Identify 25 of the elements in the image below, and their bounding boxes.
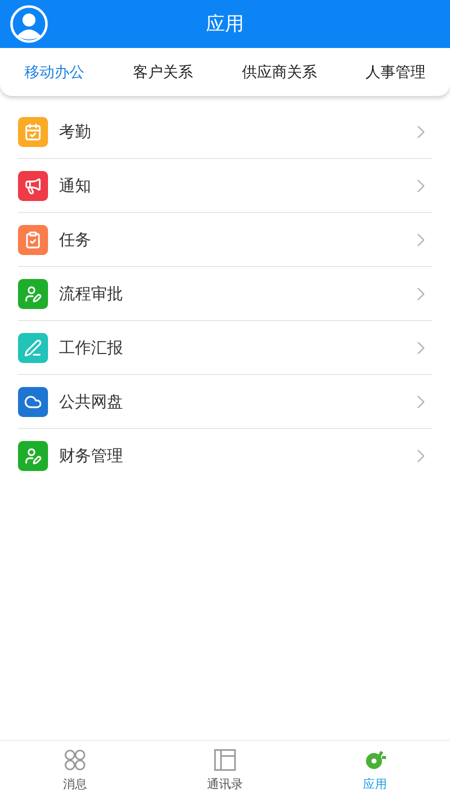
menu-item[interactable]: 通知 [18, 159, 432, 213]
menu-item[interactable]: 工作汇报 [18, 321, 432, 375]
item-label: 考勤 [59, 120, 92, 142]
tab[interactable]: 供应商关系 [238, 60, 321, 84]
item-label: 通知 [59, 174, 92, 196]
menu-item[interactable]: 流程审批 [18, 267, 432, 321]
item-label: 流程审批 [59, 282, 124, 304]
header-title: 应用 [206, 12, 244, 37]
item-label: 任务 [59, 228, 92, 250]
item-label: 工作汇报 [59, 336, 124, 358]
item-label: 公共网盘 [59, 390, 124, 412]
circles-icon [63, 748, 87, 772]
avatar-icon[interactable] [10, 5, 48, 43]
nav-tab[interactable]: 消息 [0, 741, 150, 800]
panel-icon [213, 748, 237, 772]
menu-item[interactable]: 公共网盘 [18, 375, 432, 429]
tab[interactable]: 人事管理 [362, 60, 430, 84]
plug-icon [363, 748, 387, 772]
tab[interactable]: 客户关系 [129, 60, 198, 84]
menu-item[interactable]: 财务管理 [18, 429, 432, 483]
menu-item[interactable]: 任务 [18, 213, 432, 267]
nav-tab[interactable]: 通讯录 [150, 741, 300, 800]
menu-item[interactable]: 考勤 [18, 105, 432, 159]
item-label: 财务管理 [59, 445, 124, 467]
tab[interactable]: 移动办公 [20, 60, 88, 84]
